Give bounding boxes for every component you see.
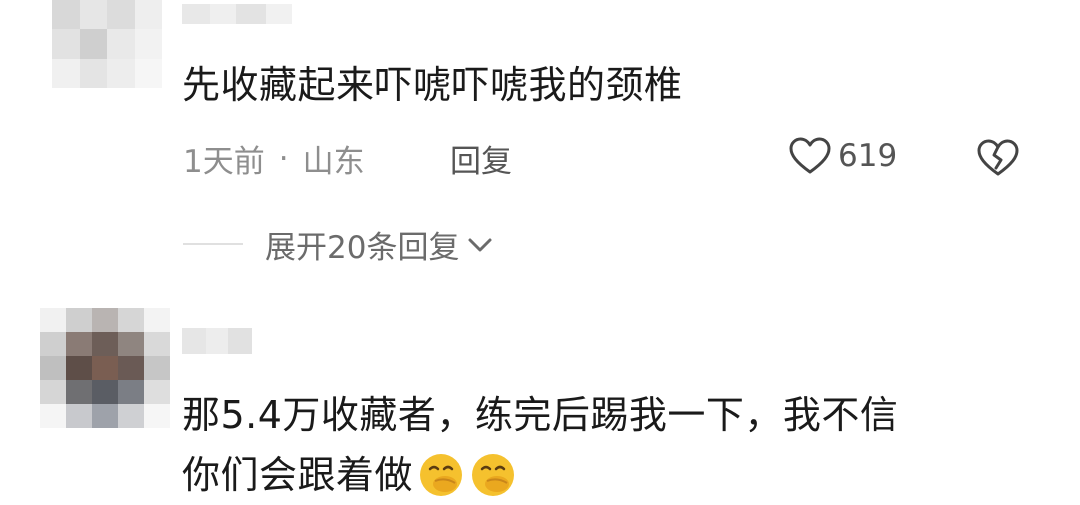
chevron-down-icon xyxy=(468,238,492,251)
expand-replies-label: 展开20条回复 xyxy=(265,230,460,266)
heart-outline-icon xyxy=(789,137,831,174)
comment-text-line-1: 那5.4万收藏者，练完后踢我一下，我不信 xyxy=(182,393,899,437)
reply-button[interactable]: 回复 xyxy=(450,136,512,181)
avatar[interactable] xyxy=(40,308,170,428)
dislike-button[interactable] xyxy=(976,138,1020,182)
like-count: 619 xyxy=(838,138,898,174)
face-with-hand-over-mouth-emoji xyxy=(420,454,463,496)
face-with-hand-over-mouth-emoji xyxy=(472,454,515,496)
avatar[interactable] xyxy=(52,0,162,88)
meta-separator: · xyxy=(278,140,289,177)
comment-text: 先收藏起来吓唬吓唬我的颈椎 xyxy=(182,63,683,107)
broken-heart-icon xyxy=(977,139,1019,176)
expand-replies-button[interactable]: 展开20条回复 xyxy=(265,222,495,267)
replies-divider xyxy=(183,243,243,245)
like-button[interactable]: 619 xyxy=(788,136,897,176)
comment-time: 1天前 xyxy=(183,144,265,180)
comment-text-line-2: 你们会跟着做 xyxy=(182,446,517,504)
comment-meta: 1天前 · 山东 xyxy=(183,136,365,181)
comment-text-line-2-label: 你们会跟着做 xyxy=(182,453,414,497)
username[interactable] xyxy=(182,4,292,24)
comment-location: 山东 xyxy=(302,144,365,180)
username[interactable] xyxy=(182,328,252,354)
